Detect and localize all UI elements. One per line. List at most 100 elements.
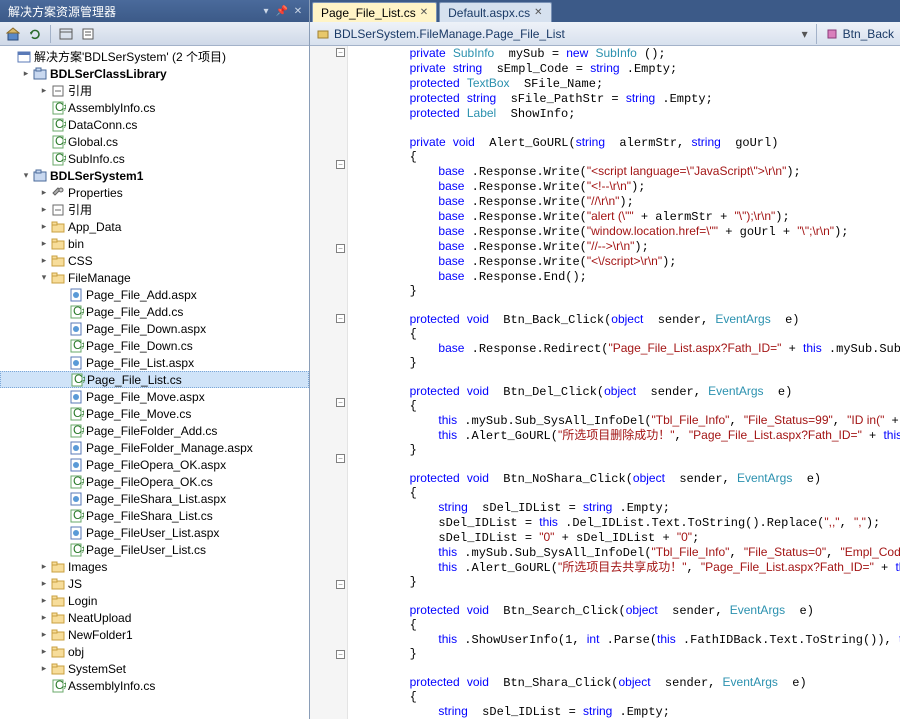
- tree-item[interactable]: ▸ SystemSet: [0, 660, 309, 677]
- expander-icon[interactable]: ▸: [38, 595, 50, 606]
- fold-toggle-icon[interactable]: −: [336, 398, 345, 407]
- tree-item[interactable]: ▸ Images: [0, 558, 309, 575]
- tree-item-label: SubInfo.cs: [68, 152, 125, 166]
- code-editor[interactable]: − − − − − − − − private SubInfo mySub = new Sub…: [310, 46, 900, 719]
- properties-button[interactable]: [79, 25, 97, 43]
- tree-item[interactable]: C#Page_FileShara_List.cs: [0, 507, 309, 524]
- tree-item[interactable]: ▸JS: [0, 575, 309, 592]
- expander-icon[interactable]: ▸: [38, 221, 50, 232]
- expander-icon[interactable]: ▾: [20, 170, 32, 181]
- expander-icon[interactable]: ▸: [20, 68, 32, 79]
- tree-item[interactable]: ▸App_Data: [0, 218, 309, 235]
- tree-item[interactable]: C#Page_File_Add.cs: [0, 303, 309, 320]
- tree-item[interactable]: C#Page_File_Move.cs: [0, 405, 309, 422]
- expander-icon[interactable]: ▸: [38, 85, 50, 96]
- folder-icon: [50, 559, 66, 575]
- tree-item[interactable]: ▸引用: [0, 201, 309, 218]
- code-gutter[interactable]: − − − − − − − −: [310, 46, 348, 719]
- folder-icon: [50, 219, 66, 235]
- tree-item[interactable]: ▸ CSS: [0, 252, 309, 269]
- tree-item-label: AssemblyInfo.cs: [68, 101, 155, 115]
- tree-item[interactable]: ▸obj: [0, 643, 309, 660]
- expander-icon[interactable]: ▸: [38, 612, 50, 623]
- tree-item[interactable]: Page_File_List.aspx: [0, 354, 309, 371]
- svg-text:C#: C#: [73, 423, 84, 437]
- editor-tab[interactable]: Default.aspx.cs✕: [439, 2, 551, 22]
- fold-toggle-icon[interactable]: −: [336, 314, 345, 323]
- tree-item[interactable]: C#Page_File_Down.cs: [0, 337, 309, 354]
- code-content[interactable]: private SubInfo mySub = new SubInfo (); …: [348, 46, 900, 719]
- tree-item[interactable]: ▸Login: [0, 592, 309, 609]
- tree-item[interactable]: C#Page_FileUser_List.cs: [0, 541, 309, 558]
- tree-item[interactable]: C#Page_File_List.cs: [0, 371, 309, 388]
- expander-icon[interactable]: ▸: [38, 204, 50, 215]
- class-dropdown[interactable]: BDLSerSystem.FileManage.Page_File_List: [316, 27, 565, 41]
- close-icon[interactable]: ✕: [420, 7, 428, 18]
- tree-item[interactable]: Page_File_Add.aspx: [0, 286, 309, 303]
- tree-item[interactable]: Page_FileShara_List.aspx: [0, 490, 309, 507]
- cs-icon: C#: [50, 100, 66, 116]
- fold-toggle-icon[interactable]: −: [336, 454, 345, 463]
- cs-icon: C#: [50, 678, 66, 694]
- editor-tab[interactable]: Page_File_List.cs✕: [312, 2, 437, 22]
- expander-icon[interactable]: ▸: [38, 238, 50, 249]
- tree-item[interactable]: C#Page_FileOpera_OK.cs: [0, 473, 309, 490]
- tree-item[interactable]: ▸ BDLSerClassLibrary: [0, 65, 309, 82]
- tree-item-label: BDLSerSystem1: [50, 169, 143, 183]
- fold-toggle-icon[interactable]: −: [336, 650, 345, 659]
- tree-item-label: CSS: [68, 254, 93, 268]
- fold-toggle-icon[interactable]: −: [336, 48, 345, 57]
- toolbar-separator: [50, 25, 51, 43]
- tree-item[interactable]: 解决方案'BDLSerSystem' (2 个项目): [0, 48, 309, 65]
- close-icon[interactable]: ✕: [534, 7, 542, 18]
- tree-item[interactable]: Page_FileFolder_Manage.aspx: [0, 439, 309, 456]
- refresh-button[interactable]: [26, 25, 44, 43]
- tree-item-label: NewFolder1: [68, 628, 133, 642]
- chevron-down-icon[interactable]: ▾: [259, 4, 273, 18]
- tree-item[interactable]: C#DataConn.cs: [0, 116, 309, 133]
- fold-toggle-icon[interactable]: −: [336, 160, 345, 169]
- expander-icon[interactable]: ▸: [38, 646, 50, 657]
- expander-icon[interactable]: ▸: [38, 629, 50, 640]
- panel-title-bar: 解决方案资源管理器 ▾ 📌 ✕: [0, 0, 309, 22]
- tree-item[interactable]: Page_File_Down.aspx: [0, 320, 309, 337]
- tree-item[interactable]: Page_File_Move.aspx: [0, 388, 309, 405]
- tree-item[interactable]: ▾ BDLSerSystem1: [0, 167, 309, 184]
- tree-item[interactable]: ▸NeatUpload: [0, 609, 309, 626]
- expander-icon[interactable]: ▸: [38, 663, 50, 674]
- tree-item-label: Images: [68, 560, 107, 574]
- tree-item[interactable]: C#SubInfo.cs: [0, 150, 309, 167]
- tree-item[interactable]: Page_FileUser_List.aspx: [0, 524, 309, 541]
- expander-icon[interactable]: ▸: [38, 578, 50, 589]
- expander-icon[interactable]: ▾: [38, 272, 50, 283]
- home-button[interactable]: [4, 25, 22, 43]
- pin-icon[interactable]: 📌: [275, 4, 289, 18]
- tree-item[interactable]: ▾FileManage: [0, 269, 309, 286]
- tree-item[interactable]: ▸bin: [0, 235, 309, 252]
- tree-item[interactable]: Page_FileOpera_OK.aspx: [0, 456, 309, 473]
- class-chevron-icon[interactable]: ▾: [802, 27, 808, 41]
- fold-toggle-icon[interactable]: −: [336, 244, 345, 253]
- tree-item-label: SystemSet: [68, 662, 126, 676]
- member-dropdown[interactable]: Btn_Back: [825, 27, 894, 41]
- tree-item-label: Page_FileFolder_Manage.aspx: [86, 441, 253, 455]
- svg-text:C#: C#: [73, 508, 84, 522]
- tree-item[interactable]: ▸引用: [0, 82, 309, 99]
- fold-toggle-icon[interactable]: −: [336, 580, 345, 589]
- tree-item[interactable]: ▸ NewFolder1: [0, 626, 309, 643]
- tree-item-label: Page_File_List.cs: [87, 373, 182, 387]
- tree-item[interactable]: C#Page_FileFolder_Add.cs: [0, 422, 309, 439]
- tree-item[interactable]: C#AssemblyInfo.cs: [0, 677, 309, 694]
- show-all-button[interactable]: [57, 25, 75, 43]
- expander-icon[interactable]: ▸: [38, 187, 50, 198]
- tree-item[interactable]: C#AssemblyInfo.cs: [0, 99, 309, 116]
- tree-item[interactable]: ▸Properties: [0, 184, 309, 201]
- aspx-icon: [68, 287, 84, 303]
- expander-icon[interactable]: ▸: [38, 255, 50, 266]
- expander-icon[interactable]: ▸: [38, 561, 50, 572]
- tree-item[interactable]: C#Global.cs: [0, 133, 309, 150]
- svg-text:C#: C#: [55, 134, 66, 148]
- solution-tree[interactable]: 解决方案'BDLSerSystem' (2 个项目)▸BDLSerClassLi…: [0, 46, 309, 719]
- tree-item-label: BDLSerClassLibrary: [50, 67, 167, 81]
- close-icon[interactable]: ✕: [291, 4, 305, 18]
